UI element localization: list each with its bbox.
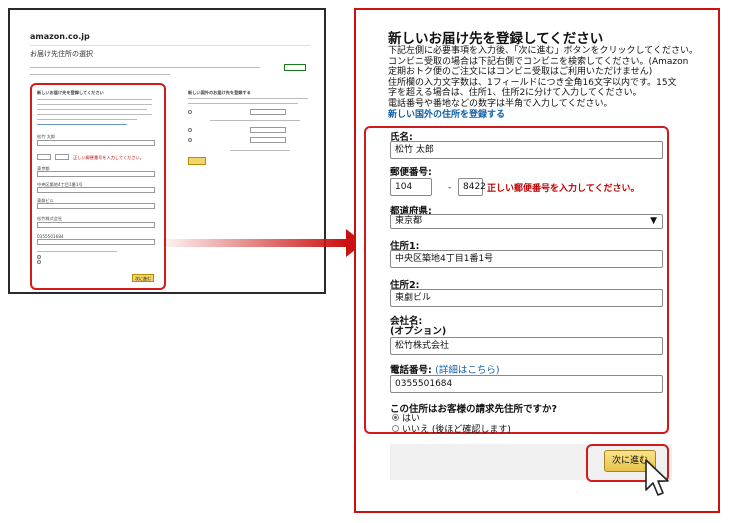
phone-field[interactable]: 0355501684 <box>390 375 663 393</box>
zip-dash: - <box>448 183 452 193</box>
instruction-line-2: コンビニ受取の場合は下記右側でコンビニを検索してください。(Amazon <box>388 56 689 67</box>
page-thumbnail: amazon.co.jp お届け先住所の選択 新しいお届け先を登録してください … <box>8 8 326 294</box>
billing-no-label: いいえ (後ほど確認します) <box>402 425 511 435</box>
company-optional-note: (オプション) <box>390 326 447 337</box>
instruction-line-6: 電話番号や番地などの数字は半角で入力してください。 <box>388 99 613 109</box>
thumb-page-title: お届け先住所の選択 <box>30 50 93 58</box>
billing-no-radio[interactable] <box>392 425 399 432</box>
zip-first-field[interactable]: 104 <box>390 178 432 196</box>
company-field[interactable]: 松竹株式会社 <box>390 337 663 355</box>
zip-label: 郵便番号: <box>390 167 432 178</box>
thumb-green-link <box>284 64 306 71</box>
instruction-line-5: 字を超える場合は、住所1、住所2に分けて入力してください。 <box>388 88 642 99</box>
billing-yes-radio[interactable] <box>392 414 399 421</box>
thumb-search-button <box>188 157 206 165</box>
phone-label-row: 電話番号: (詳細はこちら) <box>390 362 500 376</box>
instruction-line-1: 下記左側に必要事項を入力後、「次に進む」ボタンをクリックしてください。 <box>388 46 698 56</box>
name-field[interactable]: 松竹 太郎 <box>390 141 663 159</box>
zip-error-message: 正しい郵便番号を入力してください。 <box>487 184 640 194</box>
prefecture-value: 東京都 <box>395 216 423 226</box>
prefecture-select[interactable]: 東京都 ▼ <box>390 214 663 229</box>
thumb-logo: amazon.co.jp <box>30 32 90 41</box>
instruction-line-4: 住所欄の入力文字数は、1フィールドにつき全角16文字以内です。15文 <box>388 77 677 88</box>
page-title: 新しいお届け先を登録してください <box>388 31 604 47</box>
mouse-pointer-icon <box>645 459 669 496</box>
thumb-intl-heading: 新しい国外のお届け先を登録する <box>188 90 251 95</box>
zip-second-field[interactable]: 8422 <box>458 178 486 196</box>
address2-field[interactable]: 東劇ビル <box>390 289 663 307</box>
address1-field[interactable]: 中央区築地4丁目1番1号 <box>390 250 663 268</box>
dropdown-arrow-icon: ▼ <box>650 216 657 226</box>
instruction-line-3: 定期おトク便のご注文にはコンビニ受取はご利用いただけません) <box>388 67 653 78</box>
thumb-highlight-box <box>30 83 166 290</box>
right-arrow-icon <box>165 239 347 247</box>
intl-address-link[interactable]: 新しい国外の住所を登録する <box>388 110 505 121</box>
